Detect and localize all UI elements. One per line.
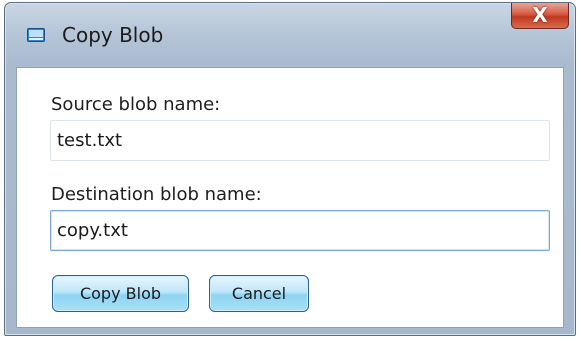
copy-blob-button[interactable]: Copy Blob	[52, 275, 189, 312]
source-blob-input[interactable]	[50, 120, 550, 161]
destination-blob-label: Destination blob name:	[51, 184, 262, 205]
dialog-body: Source blob name: Destination blob name:…	[16, 67, 564, 328]
close-button[interactable]: X	[511, 3, 569, 29]
window-title: Copy Blob	[62, 23, 164, 47]
destination-blob-input[interactable]	[50, 210, 550, 251]
copy-blob-dialog: Copy Blob X Source blob name: Destinatio…	[4, 2, 576, 336]
cancel-button[interactable]: Cancel	[209, 275, 309, 312]
source-blob-label: Source blob name:	[51, 94, 221, 115]
window-app-icon	[27, 27, 45, 42]
title-bar[interactable]: Copy Blob X	[5, 3, 575, 63]
close-icon: X	[532, 3, 548, 27]
